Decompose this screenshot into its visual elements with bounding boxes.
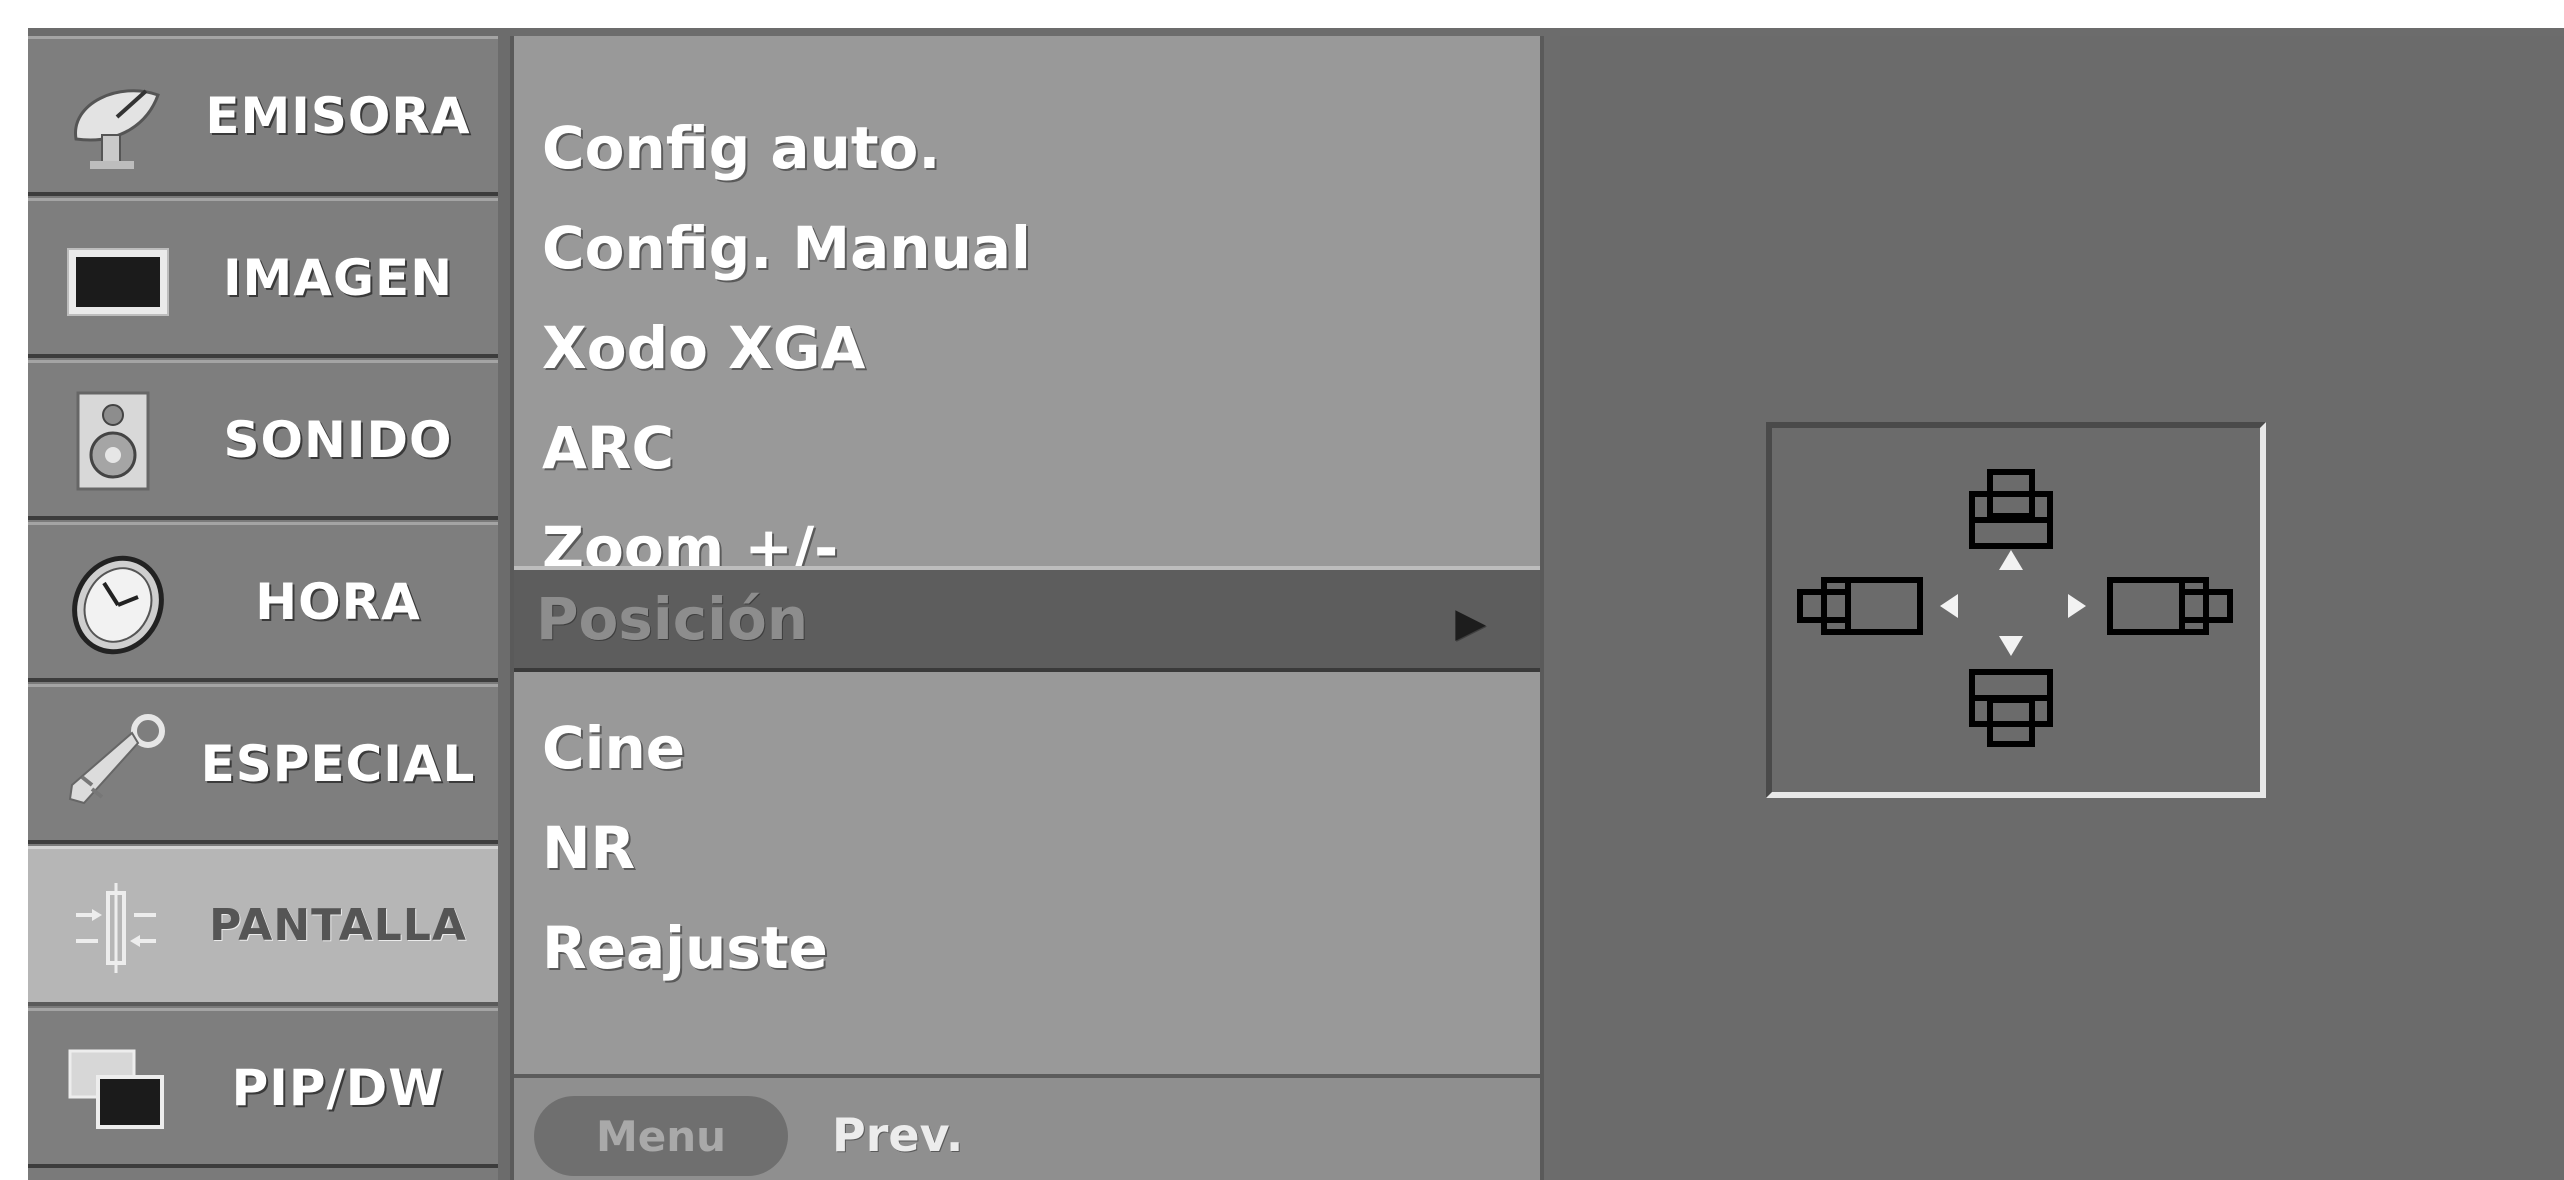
category-label: HORA bbox=[255, 572, 421, 631]
menu-item-xodo-xga[interactable]: Xodo XGA bbox=[542, 298, 865, 398]
category-sonido[interactable]: SONIDO bbox=[28, 360, 498, 520]
screen-adjust-icon bbox=[76, 883, 156, 973]
position-adjust-icon bbox=[1797, 469, 2233, 747]
pip-icon bbox=[68, 1049, 164, 1129]
menu-item-config-auto[interactable]: Config auto. bbox=[542, 98, 940, 198]
menu-item-arc[interactable]: ARC bbox=[542, 398, 674, 498]
category-pip-dw[interactable]: PIP/DW bbox=[28, 1008, 498, 1168]
prev-label: Prev. bbox=[832, 1108, 964, 1162]
clock-icon bbox=[72, 555, 164, 655]
category-label: SONIDO bbox=[223, 410, 453, 469]
menu-item-label: Posición bbox=[536, 585, 809, 653]
category-label: PANTALLA bbox=[209, 900, 467, 951]
category-sidebar: EMISORA IMAGEN SONIDO HORA ESPECIAL PANT… bbox=[28, 36, 498, 1180]
menu-item-nr[interactable]: NR bbox=[542, 798, 635, 898]
submenu-arrow-icon: ▶ bbox=[1455, 600, 1486, 646]
position-adjust-box bbox=[1766, 422, 2266, 798]
key-icon bbox=[68, 714, 165, 805]
category-label: IMAGEN bbox=[222, 248, 454, 307]
screen-icon bbox=[67, 248, 169, 316]
speaker-icon bbox=[76, 391, 150, 491]
category-emisora[interactable]: EMISORA bbox=[28, 36, 498, 196]
menu-item-cine[interactable]: Cine bbox=[542, 698, 685, 798]
category-label: ESPECIAL bbox=[200, 734, 476, 793]
category-label: EMISORA bbox=[205, 86, 471, 145]
menu-button[interactable]: Menu bbox=[534, 1096, 788, 1176]
menu-item-posicion[interactable]: Posición ▶ bbox=[514, 566, 1540, 672]
category-label: PIP/DW bbox=[231, 1058, 445, 1117]
menu-footer: Menu Prev. bbox=[514, 1074, 1540, 1180]
menu-panel: Config auto. Config. Manual Xodo XGA ARC… bbox=[510, 36, 1544, 1180]
category-hora[interactable]: HORA bbox=[28, 522, 498, 682]
category-imagen[interactable]: IMAGEN bbox=[28, 198, 498, 358]
menu-item-reajuste[interactable]: Reajuste bbox=[542, 898, 828, 998]
menu-item-config-manual[interactable]: Config. Manual bbox=[542, 198, 1031, 298]
category-pantalla[interactable]: PANTALLA bbox=[28, 846, 498, 1006]
category-especial[interactable]: ESPECIAL bbox=[28, 684, 498, 844]
satellite-dish-icon bbox=[74, 89, 160, 169]
